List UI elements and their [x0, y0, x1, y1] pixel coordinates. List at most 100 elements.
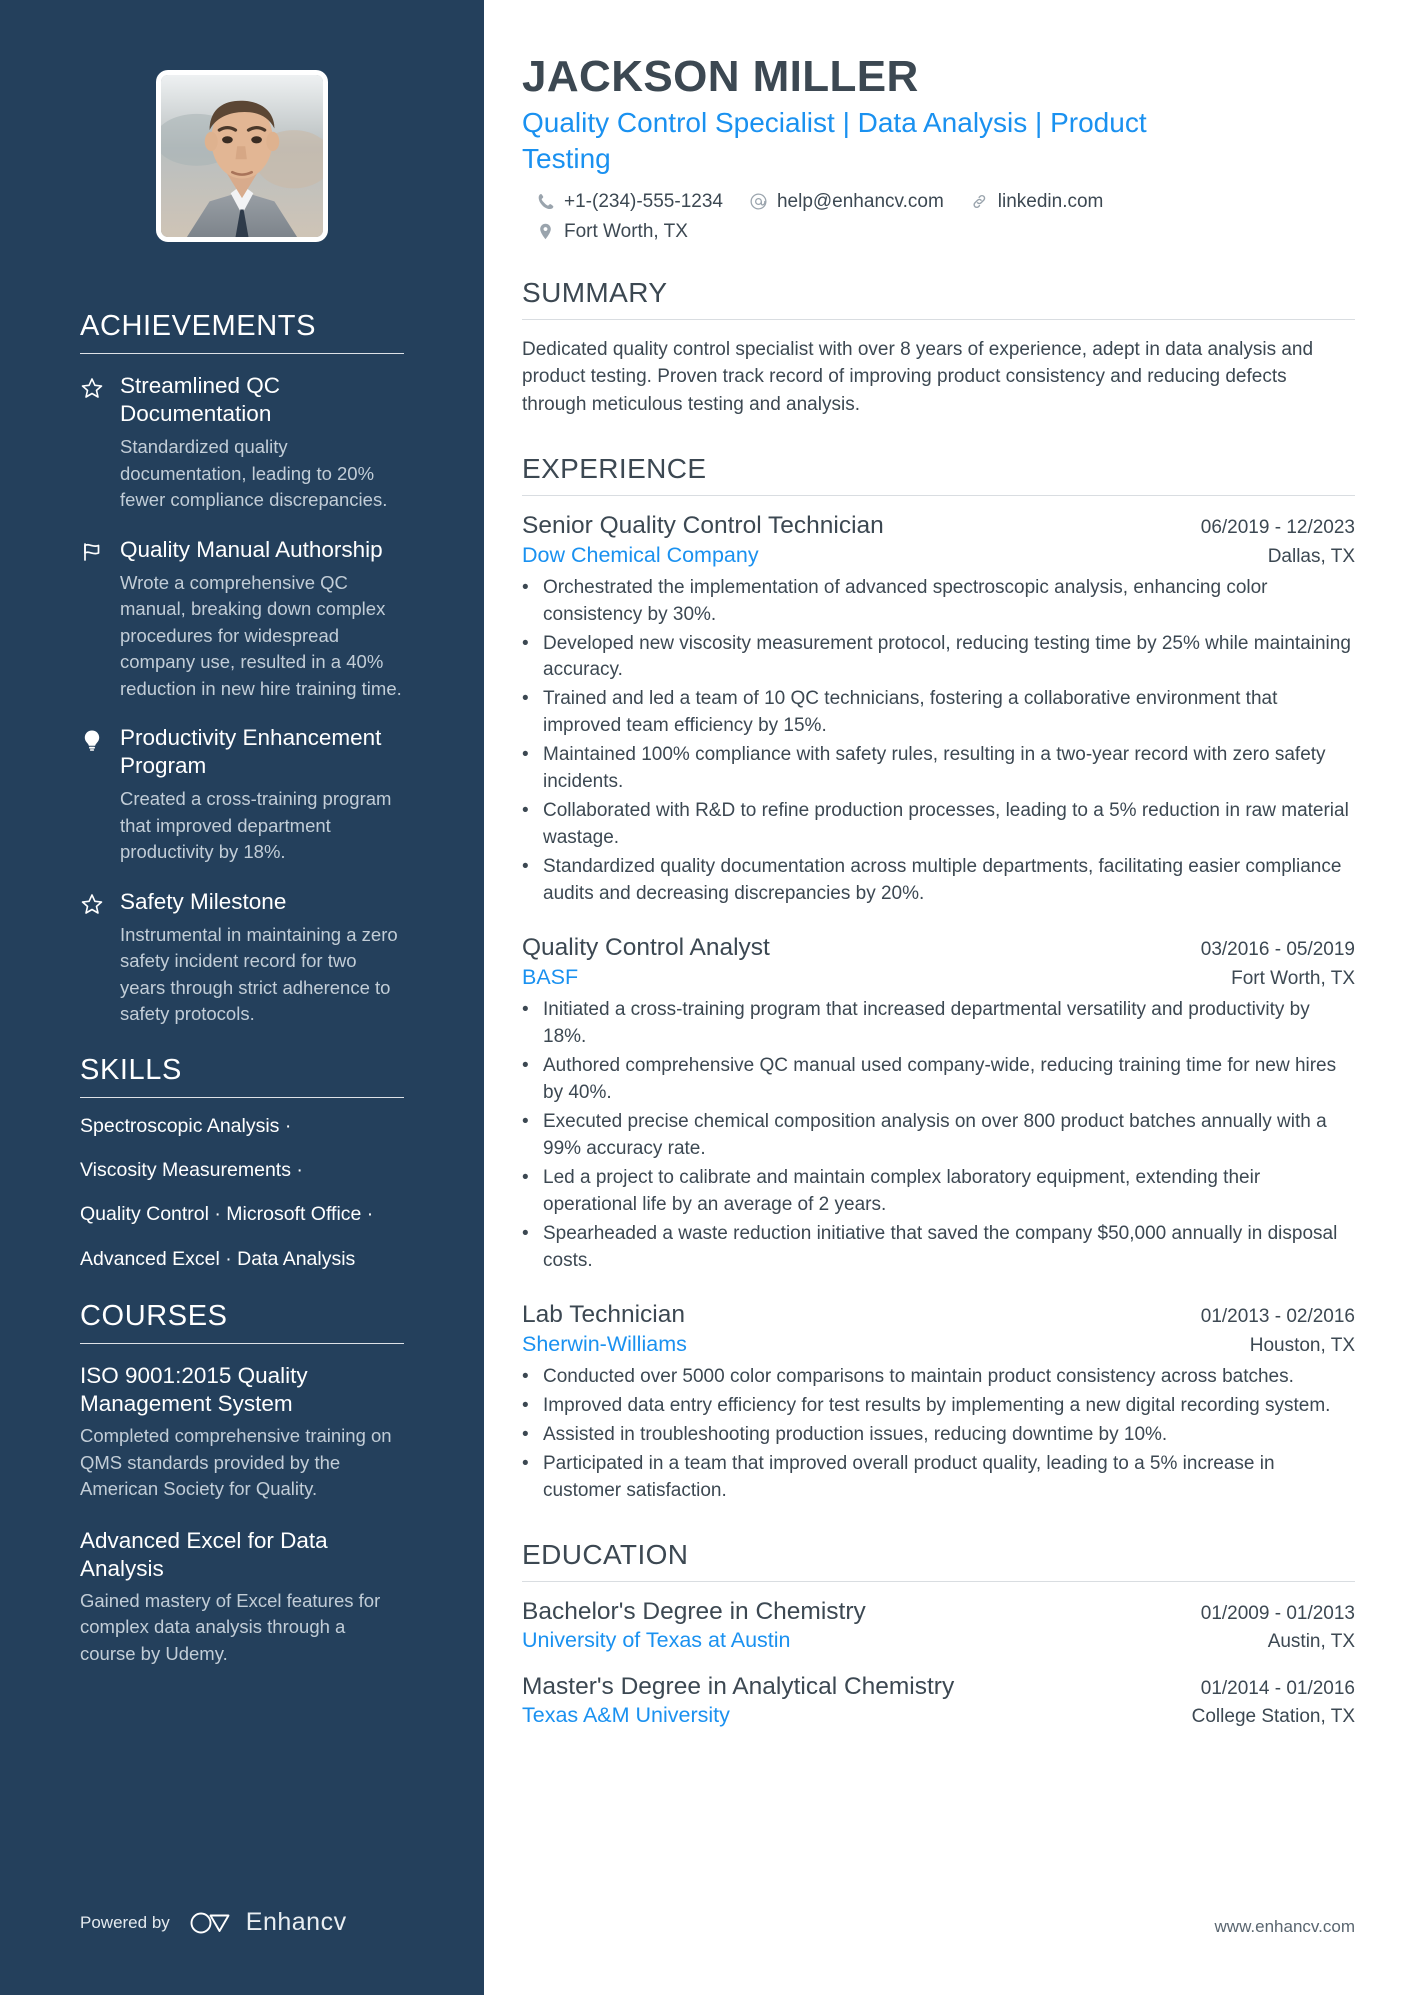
professional-headline: Quality Control Specialist | Data Analys…: [522, 107, 1147, 175]
education-degree: Bachelor's Degree in Chemistry: [522, 1597, 866, 1625]
achievement-title: Safety Milestone: [120, 888, 287, 914]
job-date: 03/2016 - 05/2019: [1200, 939, 1355, 961]
course-title: ISO 9001:2015 Quality Management System: [80, 1362, 308, 1417]
achievement-description: Wrote a comprehensive QC manual, breakin…: [120, 571, 402, 699]
bullet-dot: •: [522, 688, 529, 710]
phone-icon: [538, 194, 554, 210]
bullet-item: • Orchestrated the implementation of adva…: [522, 575, 1355, 629]
contact-email[interactable]: help@enhancv.com: [749, 191, 944, 213]
bullet-dot: •: [522, 1167, 529, 1188]
bullet-item: • Executed precise chemical composition a…: [522, 1109, 1355, 1163]
bullet-text: Standardized quality documentation acros…: [543, 856, 1342, 905]
contact-linkedin[interactable]: linkedin.com: [970, 190, 1104, 213]
education-location: Austin, TX: [1267, 1630, 1355, 1652]
achievement-description: Standardized quality documentation, lead…: [120, 436, 388, 511]
contact-email-text: help@enhancv.com: [776, 190, 944, 212]
bullet-dot: •: [522, 1111, 529, 1133]
contact-row: +1-(234)-555-1234 help@enhancv.com linke…: [522, 191, 1355, 243]
bullet-text: Initiated a cross-training program that …: [543, 999, 1310, 1048]
bullet-text: Participated in a team that improved ove…: [543, 1452, 1275, 1501]
achievements-section: ACHIEVEMENTS Streamlined QC Documentatio…: [80, 310, 404, 1028]
job-title: Quality Control Analyst: [522, 934, 770, 962]
profile-photo-wrapper: [80, 70, 404, 242]
contact-location: Fort Worth, TX: [536, 221, 1355, 243]
achievement-item: Safety Milestone Instrumental in maintai…: [80, 888, 404, 1028]
enhancv-logo: Enhancv: [188, 1908, 347, 1937]
courses-title: COURSES: [80, 1299, 228, 1332]
bullet-item: • Authored comprehensive QC manual used c…: [522, 1053, 1355, 1107]
course-title: Advanced Excel for Data Analysis: [80, 1527, 328, 1581]
education-date: 01/2014 - 01/2016: [1200, 1677, 1355, 1699]
achievement-title: Quality Manual Authorship: [120, 536, 383, 562]
main-content: JACKSON MILLER Quality Control Specialis…: [484, 0, 1410, 1995]
sidebar: ACHIEVEMENTS Streamlined QC Documentatio…: [0, 0, 484, 1995]
divider: [522, 494, 1355, 496]
contact-phone[interactable]: +1-(234)-555-1234: [536, 191, 723, 213]
contact-location-text: Fort Worth, TX: [564, 220, 688, 242]
skills-title: SKILLS: [80, 1053, 182, 1086]
enhancv-mark-icon: [190, 1912, 230, 1933]
bullet-item: • Maintained 100% compliance with safety …: [522, 742, 1355, 796]
skills-section: SKILLS Spectroscopic Analysis · Viscosit…: [80, 1054, 404, 1272]
bullet-item: • Led a project to calibrate and maintain…: [522, 1165, 1355, 1219]
education-school[interactable]: University of Texas at Austin: [522, 1628, 790, 1653]
education-section: EDUCATION Bachelor's Degree in Chemistry…: [522, 1539, 1355, 1728]
skills-list: Spectroscopic Analysis · Viscosity Measu…: [80, 1114, 404, 1272]
bullet-text: Led a project to calibrate and maintain …: [543, 1167, 1261, 1215]
job-bullets: • Orchestrated the implementation of adva…: [522, 575, 1355, 909]
skill-line: Spectroscopic Analysis ·: [80, 1114, 292, 1137]
powered-by-label: Powered by: [80, 1912, 170, 1932]
avatar: [156, 70, 328, 242]
bullet-text: Maintained 100% compliance with safety r…: [543, 744, 1326, 793]
bullet-text: Improved data entry efficiency for test …: [543, 1394, 1331, 1416]
job-title: Lab Technician: [522, 1300, 686, 1328]
job-bullets: • Initiated a cross-training program that…: [522, 997, 1355, 1275]
resume-page: ACHIEVEMENTS Streamlined QC Documentatio…: [0, 0, 1410, 1995]
bullet-item: • Initiated a cross-training program that…: [522, 997, 1355, 1051]
powered-by-footer: Powered by Enhancv: [80, 1908, 347, 1937]
course-description: Gained mastery of Excel features for com…: [80, 1589, 381, 1664]
education-school[interactable]: Texas A&M University: [522, 1703, 730, 1728]
achievement-item: Quality Manual Authorship Wrote a compre…: [80, 536, 404, 702]
bullet-item: • Developed new viscosity measurement pro…: [522, 631, 1355, 685]
education-title: EDUCATION: [522, 1538, 689, 1570]
job-company[interactable]: BASF: [522, 965, 578, 990]
bullet-dot: •: [522, 856, 529, 878]
achievement-title: Productivity Enhancement Program: [120, 725, 382, 779]
summary-section: SUMMARY Dedicated quality control specia…: [522, 277, 1355, 419]
bullet-item: • Conducted over 5000 color comparisons t…: [522, 1364, 1355, 1391]
bullet-text: Conducted over 5000 color comparisons to…: [543, 1365, 1294, 1387]
bullet-dot: •: [522, 800, 529, 822]
job-company[interactable]: Dow Chemical Company: [522, 543, 759, 568]
achievement-item: Streamlined QC Documentation Standardize…: [80, 372, 404, 514]
skill-line: Viscosity Measurements ·: [80, 1158, 303, 1181]
contact-linkedin-text: linkedin.com: [997, 190, 1104, 212]
education-item: Bachelor's Degree in Chemistry 01/2009 -…: [522, 1598, 1355, 1653]
summary-title: SUMMARY: [522, 276, 668, 308]
bullet-dot: •: [522, 744, 529, 766]
bullet-text: Assisted in troubleshooting production i…: [543, 1423, 1168, 1445]
site-url[interactable]: www.enhancv.com: [1215, 1917, 1355, 1937]
job-date: 01/2013 - 02/2016: [1200, 1305, 1355, 1327]
education-degree: Master's Degree in Analytical Chemistry: [522, 1672, 955, 1700]
courses-section: COURSES ISO 9001:2015 Quality Management…: [80, 1300, 404, 1667]
bullet-item: • Participated in a team that improved ov…: [522, 1451, 1355, 1505]
job-company[interactable]: Sherwin-Williams: [522, 1332, 687, 1357]
bullet-item: • Trained and led a team of 10 QC technic…: [522, 686, 1355, 740]
divider: [80, 1342, 404, 1344]
email-icon: [750, 193, 767, 210]
bullet-dot: •: [522, 576, 529, 598]
achievement-title: Streamlined QC Documentation: [120, 373, 281, 427]
divider: [522, 318, 1355, 320]
bullet-dot: •: [522, 1452, 529, 1474]
bullet-dot: •: [522, 999, 529, 1021]
bullet-text: Collaborated with R&D to refine producti…: [543, 800, 1349, 849]
achievement-description: Instrumental in maintaining a zero safet…: [120, 923, 398, 1025]
divider: [80, 353, 404, 354]
location-icon: [540, 224, 551, 240]
skill-line: Advanced Excel · Data Analysis: [80, 1247, 356, 1270]
bullet-dot: •: [522, 1365, 529, 1387]
bullet-text: Authored comprehensive QC manual used co…: [543, 1055, 1337, 1104]
bullet-text: Developed new viscosity measurement prot…: [543, 632, 1351, 681]
bullet-dot: •: [522, 1222, 529, 1244]
